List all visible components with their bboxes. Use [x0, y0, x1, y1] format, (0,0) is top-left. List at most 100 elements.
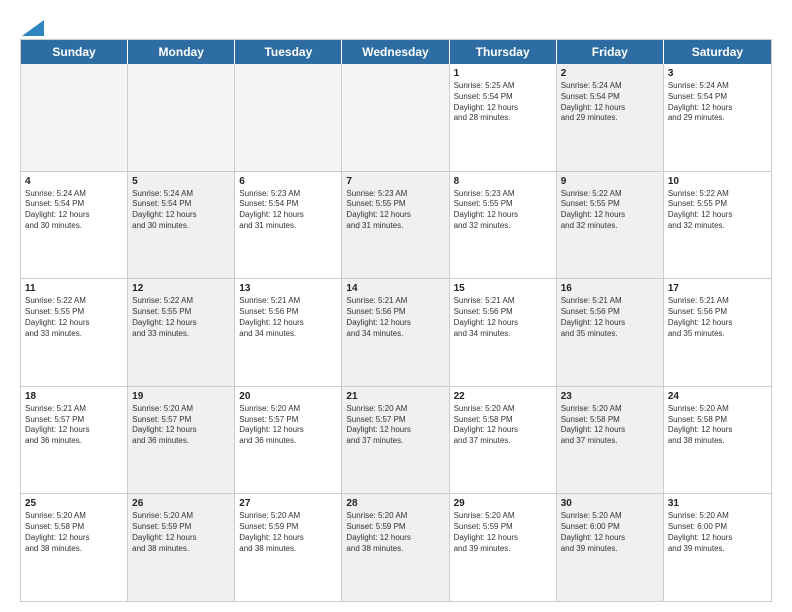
- day-info: Sunrise: 5:20 AM Sunset: 5:57 PM Dayligh…: [132, 404, 230, 447]
- day-info: Sunrise: 5:20 AM Sunset: 5:58 PM Dayligh…: [454, 404, 552, 447]
- page: SundayMondayTuesdayWednesdayThursdayFrid…: [0, 0, 792, 612]
- calendar-cell-25: 25Sunrise: 5:20 AM Sunset: 5:58 PM Dayli…: [21, 494, 128, 601]
- day-info: Sunrise: 5:20 AM Sunset: 5:59 PM Dayligh…: [132, 511, 230, 554]
- day-info: Sunrise: 5:20 AM Sunset: 5:59 PM Dayligh…: [454, 511, 552, 554]
- day-number: 28: [346, 497, 444, 510]
- calendar-cell-17: 17Sunrise: 5:21 AM Sunset: 5:56 PM Dayli…: [664, 279, 771, 386]
- header-day-wednesday: Wednesday: [342, 40, 449, 64]
- day-info: Sunrise: 5:21 AM Sunset: 5:56 PM Dayligh…: [239, 296, 337, 339]
- calendar-cell-21: 21Sunrise: 5:20 AM Sunset: 5:57 PM Dayli…: [342, 387, 449, 494]
- calendar-cell-1: 1Sunrise: 5:25 AM Sunset: 5:54 PM Daylig…: [450, 64, 557, 171]
- day-number: 20: [239, 390, 337, 403]
- day-info: Sunrise: 5:24 AM Sunset: 5:54 PM Dayligh…: [25, 189, 123, 232]
- calendar-row-5: 25Sunrise: 5:20 AM Sunset: 5:58 PM Dayli…: [21, 494, 771, 601]
- day-number: 26: [132, 497, 230, 510]
- calendar: SundayMondayTuesdayWednesdayThursdayFrid…: [20, 39, 772, 602]
- day-number: 2: [561, 67, 659, 80]
- day-number: 1: [454, 67, 552, 80]
- day-info: Sunrise: 5:20 AM Sunset: 6:00 PM Dayligh…: [668, 511, 767, 554]
- day-number: 11: [25, 282, 123, 295]
- calendar-cell-15: 15Sunrise: 5:21 AM Sunset: 5:56 PM Dayli…: [450, 279, 557, 386]
- day-number: 4: [25, 175, 123, 188]
- calendar-cell-27: 27Sunrise: 5:20 AM Sunset: 5:59 PM Dayli…: [235, 494, 342, 601]
- day-info: Sunrise: 5:20 AM Sunset: 6:00 PM Dayligh…: [561, 511, 659, 554]
- calendar-cell-empty: [128, 64, 235, 171]
- day-number: 15: [454, 282, 552, 295]
- calendar-cell-4: 4Sunrise: 5:24 AM Sunset: 5:54 PM Daylig…: [21, 172, 128, 279]
- day-number: 22: [454, 390, 552, 403]
- day-info: Sunrise: 5:21 AM Sunset: 5:56 PM Dayligh…: [668, 296, 767, 339]
- day-number: 10: [668, 175, 767, 188]
- day-info: Sunrise: 5:22 AM Sunset: 5:55 PM Dayligh…: [25, 296, 123, 339]
- day-number: 31: [668, 497, 767, 510]
- calendar-cell-8: 8Sunrise: 5:23 AM Sunset: 5:55 PM Daylig…: [450, 172, 557, 279]
- day-number: 14: [346, 282, 444, 295]
- day-number: 23: [561, 390, 659, 403]
- day-number: 3: [668, 67, 767, 80]
- day-info: Sunrise: 5:20 AM Sunset: 5:58 PM Dayligh…: [668, 404, 767, 447]
- calendar-body: 1Sunrise: 5:25 AM Sunset: 5:54 PM Daylig…: [21, 64, 771, 601]
- day-number: 9: [561, 175, 659, 188]
- day-info: Sunrise: 5:20 AM Sunset: 5:59 PM Dayligh…: [346, 511, 444, 554]
- day-info: Sunrise: 5:22 AM Sunset: 5:55 PM Dayligh…: [668, 189, 767, 232]
- calendar-cell-26: 26Sunrise: 5:20 AM Sunset: 5:59 PM Dayli…: [128, 494, 235, 601]
- day-info: Sunrise: 5:23 AM Sunset: 5:54 PM Dayligh…: [239, 189, 337, 232]
- calendar-cell-5: 5Sunrise: 5:24 AM Sunset: 5:54 PM Daylig…: [128, 172, 235, 279]
- day-number: 24: [668, 390, 767, 403]
- calendar-cell-28: 28Sunrise: 5:20 AM Sunset: 5:59 PM Dayli…: [342, 494, 449, 601]
- day-info: Sunrise: 5:21 AM Sunset: 5:56 PM Dayligh…: [346, 296, 444, 339]
- header-day-thursday: Thursday: [450, 40, 557, 64]
- day-number: 17: [668, 282, 767, 295]
- calendar-cell-12: 12Sunrise: 5:22 AM Sunset: 5:55 PM Dayli…: [128, 279, 235, 386]
- day-info: Sunrise: 5:20 AM Sunset: 5:59 PM Dayligh…: [239, 511, 337, 554]
- day-number: 12: [132, 282, 230, 295]
- calendar-cell-29: 29Sunrise: 5:20 AM Sunset: 5:59 PM Dayli…: [450, 494, 557, 601]
- calendar-cell-empty: [235, 64, 342, 171]
- header-day-monday: Monday: [128, 40, 235, 64]
- calendar-cell-10: 10Sunrise: 5:22 AM Sunset: 5:55 PM Dayli…: [664, 172, 771, 279]
- day-info: Sunrise: 5:24 AM Sunset: 5:54 PM Dayligh…: [561, 81, 659, 124]
- calendar-cell-14: 14Sunrise: 5:21 AM Sunset: 5:56 PM Dayli…: [342, 279, 449, 386]
- header: [20, 16, 772, 35]
- day-info: Sunrise: 5:21 AM Sunset: 5:56 PM Dayligh…: [561, 296, 659, 339]
- header-day-sunday: Sunday: [21, 40, 128, 64]
- calendar-row-4: 18Sunrise: 5:21 AM Sunset: 5:57 PM Dayli…: [21, 387, 771, 495]
- calendar-cell-19: 19Sunrise: 5:20 AM Sunset: 5:57 PM Dayli…: [128, 387, 235, 494]
- calendar-cell-23: 23Sunrise: 5:20 AM Sunset: 5:58 PM Dayli…: [557, 387, 664, 494]
- day-info: Sunrise: 5:25 AM Sunset: 5:54 PM Dayligh…: [454, 81, 552, 124]
- calendar-cell-20: 20Sunrise: 5:20 AM Sunset: 5:57 PM Dayli…: [235, 387, 342, 494]
- day-number: 27: [239, 497, 337, 510]
- calendar-cell-13: 13Sunrise: 5:21 AM Sunset: 5:56 PM Dayli…: [235, 279, 342, 386]
- day-info: Sunrise: 5:20 AM Sunset: 5:57 PM Dayligh…: [239, 404, 337, 447]
- calendar-cell-24: 24Sunrise: 5:20 AM Sunset: 5:58 PM Dayli…: [664, 387, 771, 494]
- header-day-saturday: Saturday: [664, 40, 771, 64]
- day-number: 29: [454, 497, 552, 510]
- day-info: Sunrise: 5:24 AM Sunset: 5:54 PM Dayligh…: [132, 189, 230, 232]
- header-day-friday: Friday: [557, 40, 664, 64]
- calendar-cell-18: 18Sunrise: 5:21 AM Sunset: 5:57 PM Dayli…: [21, 387, 128, 494]
- calendar-cell-11: 11Sunrise: 5:22 AM Sunset: 5:55 PM Dayli…: [21, 279, 128, 386]
- day-info: Sunrise: 5:22 AM Sunset: 5:55 PM Dayligh…: [561, 189, 659, 232]
- calendar-cell-9: 9Sunrise: 5:22 AM Sunset: 5:55 PM Daylig…: [557, 172, 664, 279]
- calendar-cell-31: 31Sunrise: 5:20 AM Sunset: 6:00 PM Dayli…: [664, 494, 771, 601]
- day-info: Sunrise: 5:23 AM Sunset: 5:55 PM Dayligh…: [346, 189, 444, 232]
- day-number: 16: [561, 282, 659, 295]
- calendar-row-1: 1Sunrise: 5:25 AM Sunset: 5:54 PM Daylig…: [21, 64, 771, 172]
- day-info: Sunrise: 5:20 AM Sunset: 5:58 PM Dayligh…: [561, 404, 659, 447]
- calendar-cell-3: 3Sunrise: 5:24 AM Sunset: 5:54 PM Daylig…: [664, 64, 771, 171]
- day-info: Sunrise: 5:22 AM Sunset: 5:55 PM Dayligh…: [132, 296, 230, 339]
- calendar-cell-empty: [21, 64, 128, 171]
- day-number: 13: [239, 282, 337, 295]
- calendar-cell-7: 7Sunrise: 5:23 AM Sunset: 5:55 PM Daylig…: [342, 172, 449, 279]
- header-day-tuesday: Tuesday: [235, 40, 342, 64]
- calendar-header: SundayMondayTuesdayWednesdayThursdayFrid…: [21, 40, 771, 64]
- calendar-cell-2: 2Sunrise: 5:24 AM Sunset: 5:54 PM Daylig…: [557, 64, 664, 171]
- day-info: Sunrise: 5:24 AM Sunset: 5:54 PM Dayligh…: [668, 81, 767, 124]
- day-number: 19: [132, 390, 230, 403]
- calendar-cell-30: 30Sunrise: 5:20 AM Sunset: 6:00 PM Dayli…: [557, 494, 664, 601]
- day-number: 21: [346, 390, 444, 403]
- calendar-cell-22: 22Sunrise: 5:20 AM Sunset: 5:58 PM Dayli…: [450, 387, 557, 494]
- logo-icon: [22, 20, 44, 36]
- calendar-row-2: 4Sunrise: 5:24 AM Sunset: 5:54 PM Daylig…: [21, 172, 771, 280]
- day-info: Sunrise: 5:23 AM Sunset: 5:55 PM Dayligh…: [454, 189, 552, 232]
